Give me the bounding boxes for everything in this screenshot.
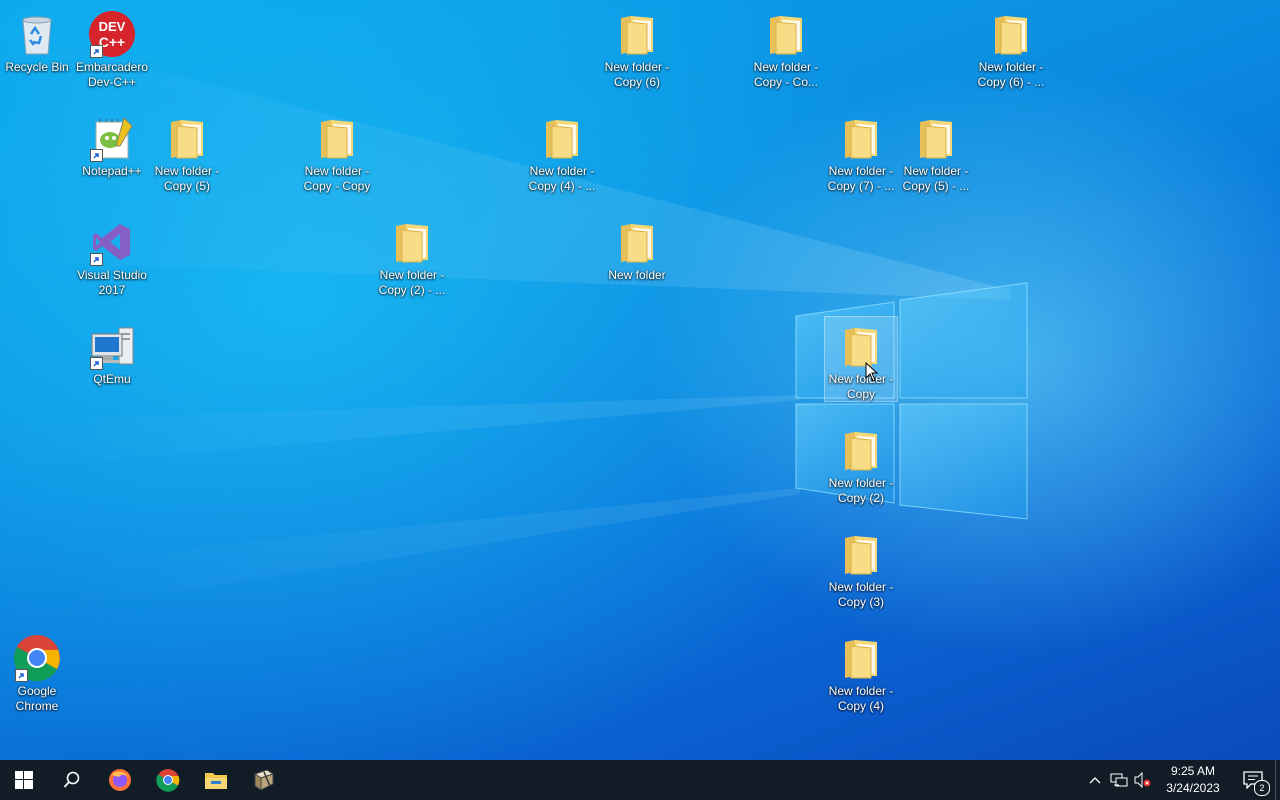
show-desktop-button[interactable]	[1275, 760, 1280, 800]
folder-label: New folder - Copy (2)	[828, 476, 894, 505]
taskbar: 9:25 AM 3/24/2023 2	[0, 760, 1280, 800]
folder-icon	[388, 218, 436, 266]
network-icon	[1110, 773, 1128, 787]
volume-muted-icon	[1134, 772, 1151, 788]
mouse-cursor-icon	[865, 362, 879, 382]
notepadpp-icon	[88, 114, 136, 162]
devcpp-icon: DEV C++	[88, 10, 136, 58]
qtemu-icon	[88, 322, 136, 370]
folder-icon	[313, 114, 361, 162]
qtemu-label: QtEmu	[93, 372, 131, 386]
desktop[interactable]: Recycle Bin DEV C++ Embarcadero Dev-C++	[0, 0, 1280, 760]
chrome-icon	[156, 769, 180, 792]
folder-label: New folder - Copy (4) - ...	[528, 164, 596, 193]
folder-new-folder-copy-4-more[interactable]: New folder - Copy (4) - ...	[525, 110, 599, 194]
clock[interactable]: 9:25 AM 3/24/2023	[1155, 763, 1231, 797]
notification-count-badge: 2	[1254, 780, 1270, 796]
folder-label: New folder - Copy (2) - ...	[378, 268, 446, 297]
shortcut-arrow-icon	[15, 669, 28, 682]
folder-new-folder-copy-co[interactable]: New folder - Copy - Co...	[749, 6, 823, 90]
taskbar-app[interactable]	[240, 760, 288, 800]
folder-label: New folder - Copy - Co...	[753, 60, 819, 89]
folder-new-folder-copy-7-more[interactable]: New folder - Copy (7) - ...	[824, 110, 898, 194]
folder-label: New folder - Copy (4)	[828, 684, 894, 713]
shortcut-arrow-icon	[90, 357, 103, 370]
app-icon	[253, 769, 275, 791]
folder-new-folder-copy-2[interactable]: New folder - Copy (2)	[824, 422, 898, 506]
folder-label: New folder	[608, 268, 666, 282]
google-chrome-shortcut[interactable]: Google Chrome	[0, 630, 74, 714]
folder-icon	[837, 530, 885, 578]
taskbar-file-explorer[interactable]	[192, 760, 240, 800]
start-button[interactable]	[0, 760, 48, 800]
folder-new-folder-copy[interactable]: New folder - Copy	[824, 316, 898, 402]
folder-label: New folder - Copy	[828, 372, 894, 401]
folder-new-folder-copy-copy[interactable]: New folder - Copy - Copy	[300, 110, 374, 194]
taskbar-firefox[interactable]	[96, 760, 144, 800]
svg-text:DEV: DEV	[99, 19, 126, 34]
notepadpp-shortcut[interactable]: Notepad++	[75, 110, 149, 179]
folder-label: New folder - Copy - Copy	[303, 164, 371, 193]
clock-date: 3/24/2023	[1166, 781, 1220, 795]
devcpp-shortcut[interactable]: DEV C++ Embarcadero Dev-C++	[75, 6, 149, 90]
folder-new-folder-copy-5-more[interactable]: New folder - Copy (5) - ...	[899, 110, 973, 194]
qtemu-shortcut[interactable]: QtEmu	[75, 318, 149, 387]
folder-label: New folder - Copy (6)	[604, 60, 670, 89]
folder-label: New folder - Copy (3)	[828, 580, 894, 609]
folder-icon	[538, 114, 586, 162]
recycle-bin-icon	[13, 10, 61, 58]
folder-icon	[987, 10, 1035, 58]
folder-new-folder-copy-3[interactable]: New folder - Copy (3)	[824, 526, 898, 610]
folder-new-folder-copy-2-more[interactable]: New folder - Copy (2) - ...	[375, 214, 449, 298]
visual-studio-shortcut[interactable]: Visual Studio 2017	[75, 214, 149, 298]
file-explorer-icon	[205, 773, 227, 789]
clock-time: 9:25 AM	[1170, 764, 1216, 778]
show-hidden-icons-button[interactable]	[1083, 760, 1107, 800]
chevron-up-icon	[1089, 777, 1101, 784]
folder-icon	[912, 114, 960, 162]
action-center-button[interactable]: 2	[1231, 760, 1275, 800]
google-chrome-label: Google Chrome	[15, 684, 59, 713]
network-button[interactable]	[1107, 760, 1131, 800]
folder-new-folder-copy-6[interactable]: New folder - Copy (6)	[600, 6, 674, 90]
folder-icon	[837, 114, 885, 162]
chrome-icon	[13, 634, 61, 682]
devcpp-label: Embarcadero Dev-C++	[75, 60, 149, 89]
shortcut-arrow-icon	[90, 149, 103, 162]
shortcut-arrow-icon	[90, 253, 103, 266]
visual-studio-icon	[88, 218, 136, 266]
folder-icon	[163, 114, 211, 162]
folder-new-folder-copy-6-more[interactable]: New folder - Copy (6) - ...	[974, 6, 1048, 90]
folder-icon	[837, 426, 885, 474]
folder-label: New folder - Copy (6) - ...	[977, 60, 1045, 89]
folder-label: New folder - Copy (5)	[154, 164, 220, 193]
folder-icon	[613, 218, 661, 266]
firefox-icon	[109, 769, 131, 791]
system-tray: 9:25 AM 3/24/2023 2	[1083, 760, 1280, 800]
recycle-bin-label: Recycle Bin	[5, 60, 69, 74]
search-icon	[63, 771, 80, 788]
visual-studio-label: Visual Studio 2017	[77, 268, 147, 297]
recycle-bin-shortcut[interactable]: Recycle Bin	[0, 6, 74, 75]
folder-icon	[613, 10, 661, 58]
folder-new-folder[interactable]: New folder	[600, 214, 674, 283]
folder-icon	[837, 634, 885, 682]
shortcut-arrow-icon	[90, 45, 103, 58]
folder-icon	[762, 10, 810, 58]
folder-new-folder-copy-5[interactable]: New folder - Copy (5)	[150, 110, 224, 194]
search-button[interactable]	[48, 760, 96, 800]
notepadpp-label: Notepad++	[82, 164, 142, 178]
windows-logo-icon	[15, 771, 33, 789]
folder-label: New folder - Copy (5) - ...	[902, 164, 970, 193]
folder-new-folder-copy-4[interactable]: New folder - Copy (4)	[824, 630, 898, 714]
taskbar-chrome[interactable]	[144, 760, 192, 800]
folder-label: New folder - Copy (7) - ...	[827, 164, 895, 193]
volume-button[interactable]	[1131, 760, 1155, 800]
